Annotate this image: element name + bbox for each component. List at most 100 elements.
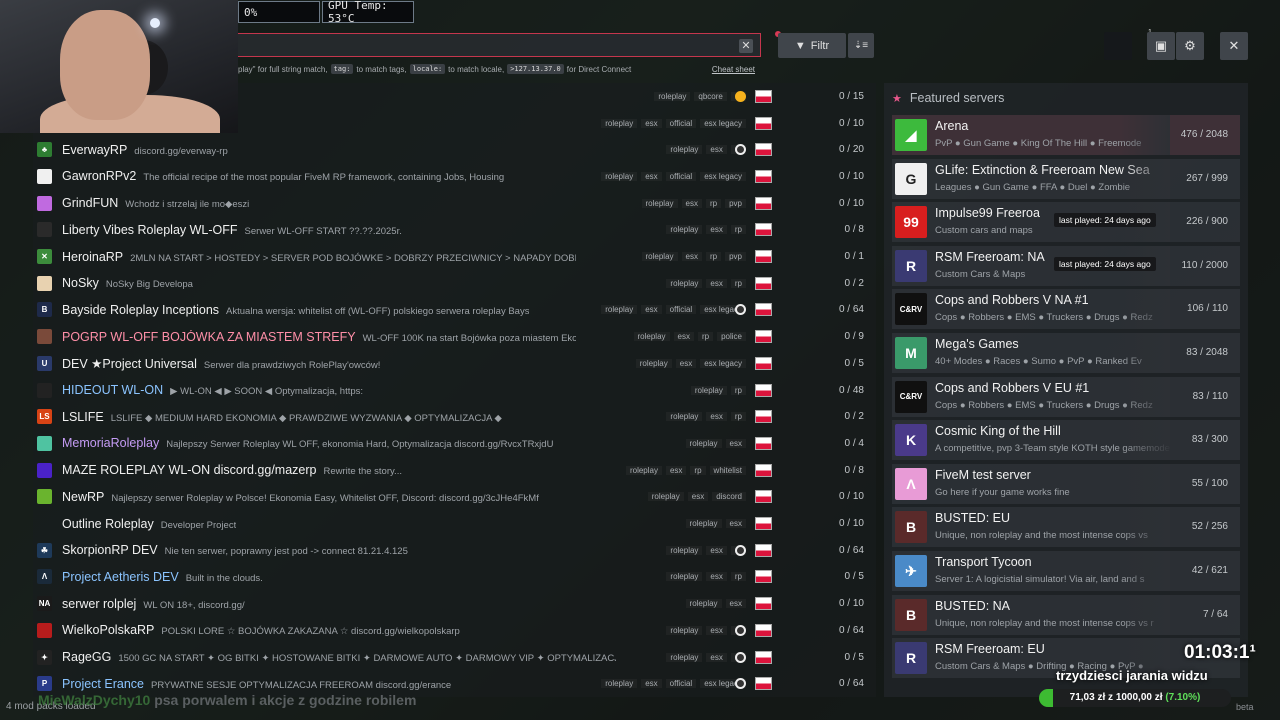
server-tag[interactable]: esx (706, 412, 727, 422)
server-tag[interactable]: esx (706, 625, 727, 635)
server-row[interactable]: ♣ EverwayRP discord.gg/everway-rp roleplay e… (33, 136, 876, 163)
server-tag[interactable]: esx (641, 171, 662, 181)
featured-server-item[interactable]: ◢ Arena PvP ● Gun Game ● King Of The Hill … (892, 115, 1240, 155)
server-tag[interactable]: esx (725, 438, 746, 448)
server-tag[interactable]: roleplay (635, 358, 672, 368)
server-tag[interactable]: esx (687, 492, 709, 502)
featured-server-item[interactable]: R RSM Freeroam: NA Custom Cars & Maps last … (892, 245, 1240, 286)
server-tag[interactable]: pvp (725, 252, 746, 262)
featured-server-item[interactable]: B BUSTED: NA Unique, non roleplay and the … (892, 594, 1240, 635)
server-tag[interactable]: rp (730, 225, 746, 235)
server-tag[interactable]: official (665, 118, 697, 128)
server-tag[interactable]: rp (697, 332, 714, 342)
settings-button[interactable]: ⚙ (1176, 32, 1204, 60)
server-row[interactable]: LS LSLIFE LSLIFE ◆ MEDIUM HARD EKONOMIA ◆ … (33, 403, 876, 430)
server-tag[interactable]: roleplay (625, 465, 662, 475)
server-tag[interactable]: roleplay (641, 252, 678, 262)
server-tag[interactable]: official (665, 171, 697, 181)
server-row[interactable]: POGRP WL-OFF BOJÓWKA ZA MIASTEM STREFY WL… (33, 323, 876, 350)
clear-search-icon[interactable]: ✕ (739, 39, 753, 53)
server-tag[interactable]: esx (706, 278, 727, 288)
server-row[interactable]: NoSky NoSky Big Developa roleplay esx rp 0 / … (33, 270, 876, 297)
server-tag[interactable]: roleplay (685, 519, 722, 529)
server-row[interactable]: U DEV ★Project Universal Serwer dla prawdz… (33, 350, 876, 377)
server-row[interactable]: MemoriaRoleplay Najlepszy Serwer Roleplay… (33, 430, 876, 457)
server-tag[interactable]: esx (641, 679, 662, 689)
server-tag[interactable]: rp (730, 385, 746, 395)
server-tag[interactable]: esx (665, 465, 687, 475)
featured-server-item[interactable]: ✈ Transport Tycoon Server 1: A logicistial… (892, 551, 1240, 591)
server-tag[interactable]: rp (705, 252, 722, 262)
featured-server-item[interactable]: C&RV Cops and Robbers V NA #1 Cops ● Robbe… (892, 289, 1240, 330)
server-tag[interactable]: roleplay (666, 145, 703, 155)
featured-server-item[interactable]: G GLife: Extinction & Freeroam New Sea Lea… (892, 158, 1240, 199)
server-tag[interactable]: roleplay (666, 652, 703, 662)
server-tag[interactable]: rp (690, 465, 706, 475)
server-row[interactable]: ☘ SkorpionRP DEV Nie ten serwer, poprawny … (33, 537, 876, 564)
server-tag[interactable]: pvp (725, 198, 746, 208)
server-tag[interactable]: esx (725, 519, 746, 529)
server-tag[interactable]: police (717, 332, 746, 342)
server-row[interactable]: Outline Roleplay Developer Project rolepla… (33, 510, 876, 537)
server-tag[interactable]: esx (681, 252, 702, 262)
server-tag[interactable]: roleplay (666, 278, 703, 288)
server-tag[interactable]: roleplay (666, 572, 703, 582)
server-tag[interactable]: rp (730, 412, 746, 422)
server-tag[interactable]: esx legacy (700, 171, 746, 181)
server-tag[interactable]: esx (725, 599, 746, 609)
server-tag[interactable]: discord (712, 492, 746, 502)
server-tag[interactable]: esx (706, 545, 727, 555)
server-tag[interactable]: esx (675, 358, 697, 368)
server-tag[interactable]: rp (730, 572, 746, 582)
server-row[interactable]: ✕ HeroinaRP 2MLN NA START > HOSTEDY > SERV… (33, 243, 876, 270)
filter-button[interactable]: ▼ Filtr (778, 33, 846, 58)
server-tag[interactable]: roleplay (690, 385, 727, 395)
server-tag[interactable]: roleplay (601, 118, 638, 128)
server-row[interactable]: WielkoPolskaRP POLSKI LORE ☆ BOJÓWKA ZAKA… (33, 617, 876, 644)
cheat-sheet-link[interactable]: Cheat sheet (712, 65, 755, 74)
featured-server-item[interactable]: 99 Impulse99 Freeroa Custom cars and maps l… (892, 202, 1240, 243)
server-tag[interactable]: esx (706, 145, 727, 155)
server-tag[interactable]: roleplay (666, 545, 703, 555)
search-input[interactable] (238, 34, 760, 56)
server-tag[interactable]: roleplay (666, 225, 703, 235)
server-tag[interactable]: esx (641, 118, 662, 128)
server-tag[interactable]: roleplay (601, 305, 638, 315)
server-tag[interactable]: esx legacy (700, 358, 746, 368)
featured-server-item[interactable]: B BUSTED: EU Unique, non roleplay and the … (892, 507, 1240, 548)
server-tag[interactable]: roleplay (685, 599, 722, 609)
server-tag[interactable]: roleplay (601, 171, 638, 181)
server-row[interactable]: MAZE ROLEPLAY WL-ON discord.gg/mazerp Rew… (33, 457, 876, 484)
search-bar[interactable]: ✕ (238, 33, 761, 57)
server-row[interactable]: ✦ RageGG 1500 GC NA START ✦ OG BITKI ✦ HOS… (33, 644, 876, 671)
featured-server-item[interactable]: K Cosmic King of the Hill A competitive, p… (892, 420, 1240, 461)
server-row[interactable]: Λ Project Aetheris DEV Built in the clouds… (33, 564, 876, 591)
queue-button[interactable]: ▣ (1147, 32, 1175, 60)
server-tag[interactable]: roleplay (666, 625, 703, 635)
server-row[interactable]: NA serwer rolplej WL ON 18+, discord.gg/ro… (33, 590, 876, 617)
server-tag[interactable]: roleplay (666, 412, 703, 422)
featured-server-item[interactable]: Λ FiveM test server Go here if your game w… (892, 463, 1240, 504)
server-tag[interactable]: esx (681, 198, 702, 208)
featured-server-item[interactable]: M Mega's Games 40+ Modes ● Races ● Sumo ● … (892, 333, 1240, 373)
sort-button[interactable]: ⇣≡ (848, 33, 874, 58)
server-tag[interactable]: qbcore (694, 91, 727, 101)
server-tag[interactable]: rp (730, 278, 746, 288)
server-tag[interactable]: esx (673, 332, 694, 342)
server-tag[interactable]: official (665, 305, 697, 315)
server-row[interactable]: Liberty Vibes Roleplay WL-OFF Serwer WL-O… (33, 217, 876, 244)
server-row[interactable]: GrindFUN Wchodz i strzelaj ile mo◆eszi rol… (33, 190, 876, 217)
server-tag[interactable]: esx (706, 652, 727, 662)
server-tag[interactable]: esx (706, 225, 727, 235)
server-tag[interactable]: esx (641, 305, 662, 315)
server-tag[interactable]: roleplay (601, 679, 638, 689)
close-button[interactable]: ✕ (1220, 32, 1248, 60)
server-tag[interactable]: esx (706, 572, 727, 582)
server-row[interactable]: NewRP Najlepszy serwer Roleplay w Polsce!… (33, 484, 876, 511)
server-tag[interactable]: roleplay (633, 332, 670, 342)
server-tag[interactable]: roleplay (641, 198, 678, 208)
server-tag[interactable]: roleplay (647, 492, 684, 502)
server-tag[interactable]: official (665, 679, 697, 689)
server-tag[interactable]: roleplay (654, 91, 691, 101)
featured-server-item[interactable]: C&RV Cops and Robbers V EU #1 Cops ● Robbe… (892, 376, 1240, 417)
